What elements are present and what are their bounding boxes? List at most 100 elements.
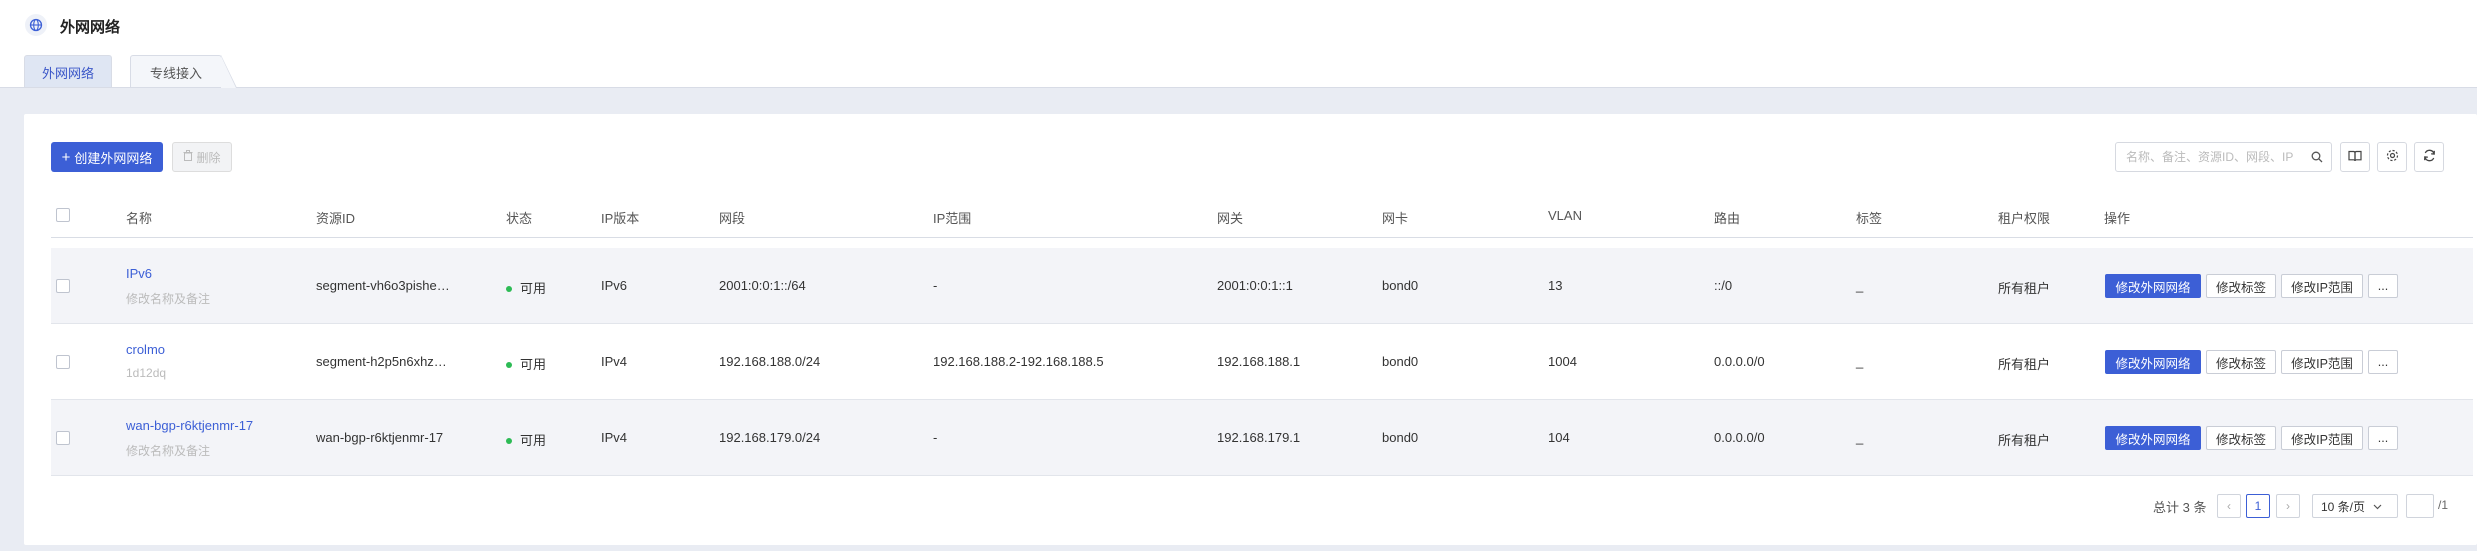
column-header: 状态 <box>506 211 533 226</box>
create-network-button[interactable]: + 创建外网网络 <box>51 142 163 172</box>
column-header: 操作 <box>2104 211 2131 226</box>
chevron-down-icon <box>2373 499 2382 513</box>
delete-label: 删除 <box>196 150 221 165</box>
column-header: 名称 <box>126 211 153 226</box>
next-page-button[interactable]: › <box>2276 494 2300 518</box>
vlan: 1004 <box>1548 354 1577 369</box>
table-header: 名称 资源ID 状态 IP版本 网段 IP范围 网关 网卡 VLAN 路由 标签… <box>51 194 2473 238</box>
gear-icon <box>2386 149 2399 165</box>
status-text: 可用 <box>520 357 547 372</box>
status-cell: 可用 <box>506 354 546 373</box>
page-number-button[interactable]: 1 <box>2246 494 2270 518</box>
row-checkbox[interactable] <box>56 279 70 293</box>
route: ::/0 <box>1714 278 1733 293</box>
gateway: 2001:0:0:1::1 <box>1217 278 1293 293</box>
tag: _ <box>1856 278 1864 293</box>
book-icon-button[interactable] <box>2340 142 2370 172</box>
row-checkbox[interactable] <box>56 431 70 445</box>
tag: _ <box>1856 354 1864 369</box>
refresh-button[interactable] <box>2414 142 2444 172</box>
vlan: 13 <box>1548 278 1563 293</box>
search-box <box>2115 142 2332 172</box>
tenant-permission: 所有租户 <box>1998 357 2051 372</box>
total-pages: /1 <box>2438 498 2449 512</box>
segment: 192.168.179.0/24 <box>719 430 821 445</box>
column-header: 租户权限 <box>1998 211 2051 226</box>
modify-ip-range-button[interactable]: 修改IP范围 <box>2281 426 2363 450</box>
modify-network-button[interactable]: 修改外网网络 <box>2105 426 2201 450</box>
search-icon[interactable] <box>2311 151 2323 163</box>
nic: bond0 <box>1382 430 1419 445</box>
resource-id: wan-bgp-r6ktjenmr-17 <box>316 430 444 445</box>
more-actions-button[interactable]: ... <box>2368 350 2398 374</box>
table-row: wan-bgp-r6ktjenmr-17 修改名称及备注 wan-bgp-r6k… <box>51 400 2473 476</box>
modify-network-button[interactable]: 修改外网网络 <box>2105 350 2201 374</box>
column-header: IP范围 <box>933 211 972 226</box>
trash-icon <box>183 150 193 164</box>
more-actions-button[interactable]: ... <box>2368 426 2398 450</box>
column-header: 网段 <box>719 211 746 226</box>
column-header: VLAN <box>1548 208 1582 223</box>
column-header: 网卡 <box>1382 211 1409 226</box>
modify-ip-range-button[interactable]: 修改IP范围 <box>2281 274 2363 298</box>
nic: bond0 <box>1382 354 1419 369</box>
nic: bond0 <box>1382 278 1419 293</box>
segment: 2001:0:0:1::/64 <box>719 278 806 293</box>
modify-tags-button[interactable]: 修改标签 <box>2206 274 2276 298</box>
status-text: 可用 <box>520 281 547 296</box>
plus-icon: + <box>61 148 71 166</box>
column-header: 资源ID <box>316 211 356 226</box>
ip-version: IPv4 <box>601 354 628 369</box>
gateway: 192.168.188.1 <box>1217 354 1301 369</box>
route: 0.0.0.0/0 <box>1714 354 1765 369</box>
route: 0.0.0.0/0 <box>1714 430 1765 445</box>
modify-tags-button[interactable]: 修改标签 <box>2206 426 2276 450</box>
tab-divider <box>0 87 2477 88</box>
page-size-value: 10 条/页 <box>2321 499 2366 514</box>
column-header: 标签 <box>1856 211 1883 226</box>
table-row: crolmo 1d12dq segment-h2p5n6xhz… 可用 IPv4… <box>51 324 2473 400</box>
remark-text[interactable]: 修改名称及备注 <box>126 290 210 307</box>
gateway: 192.168.179.1 <box>1217 430 1301 445</box>
modify-tags-button[interactable]: 修改标签 <box>2206 350 2276 374</box>
status-dot-icon <box>506 285 512 292</box>
tag: _ <box>1856 430 1864 445</box>
ip-version: IPv4 <box>601 430 628 445</box>
status-cell: 可用 <box>506 430 546 449</box>
ip-range: - <box>933 430 938 445</box>
select-all-checkbox[interactable] <box>56 208 70 222</box>
network-name-link[interactable]: crolmo <box>126 342 165 357</box>
tab-external-network[interactable]: 外网网络 <box>24 55 112 88</box>
search-input[interactable] <box>2116 143 2301 171</box>
page-size-select[interactable]: 10 条/页 <box>2312 494 2398 518</box>
page-title: 外网网络 <box>60 19 121 36</box>
remark-text[interactable]: 1d12dq <box>126 366 166 380</box>
delete-button[interactable]: 删除 <box>172 142 232 172</box>
vlan: 104 <box>1548 430 1570 445</box>
column-header: 网关 <box>1217 211 1244 226</box>
modify-network-button[interactable]: 修改外网网络 <box>2105 274 2201 298</box>
row-checkbox[interactable] <box>56 355 70 369</box>
modify-ip-range-button[interactable]: 修改IP范围 <box>2281 350 2363 374</box>
network-name-link[interactable]: wan-bgp-r6ktjenmr-17 <box>126 418 253 433</box>
network-name-link[interactable]: IPv6 <box>126 266 152 281</box>
more-actions-button[interactable]: ... <box>2368 274 2398 298</box>
prev-page-button[interactable]: ‹ <box>2217 494 2241 518</box>
chevron-left-icon: ‹ <box>2227 499 2231 513</box>
column-header: IP版本 <box>601 211 640 226</box>
ip-range: 192.168.188.2-192.168.188.5 <box>933 354 1104 369</box>
table-row: IPv6 修改名称及备注 segment-vh6o3pishe… 可用 IPv6… <box>51 248 2473 324</box>
resource-id: segment-vh6o3pishe… <box>316 278 450 293</box>
remark-text[interactable]: 修改名称及备注 <box>126 442 210 459</box>
create-network-label: 创建外网网络 <box>74 150 153 166</box>
segment: 192.168.188.0/24 <box>719 354 821 369</box>
status-dot-icon <box>506 361 512 368</box>
globe-icon <box>25 14 47 36</box>
page-jump-input[interactable] <box>2406 494 2434 518</box>
ip-range: - <box>933 278 938 293</box>
status-text: 可用 <box>520 433 547 448</box>
settings-button[interactable] <box>2377 142 2407 172</box>
book-icon <box>2348 150 2362 165</box>
pagination-total: 总计 3 条 <box>2153 500 2207 515</box>
tab-dedicated-line[interactable]: 专线接入 <box>130 55 237 88</box>
